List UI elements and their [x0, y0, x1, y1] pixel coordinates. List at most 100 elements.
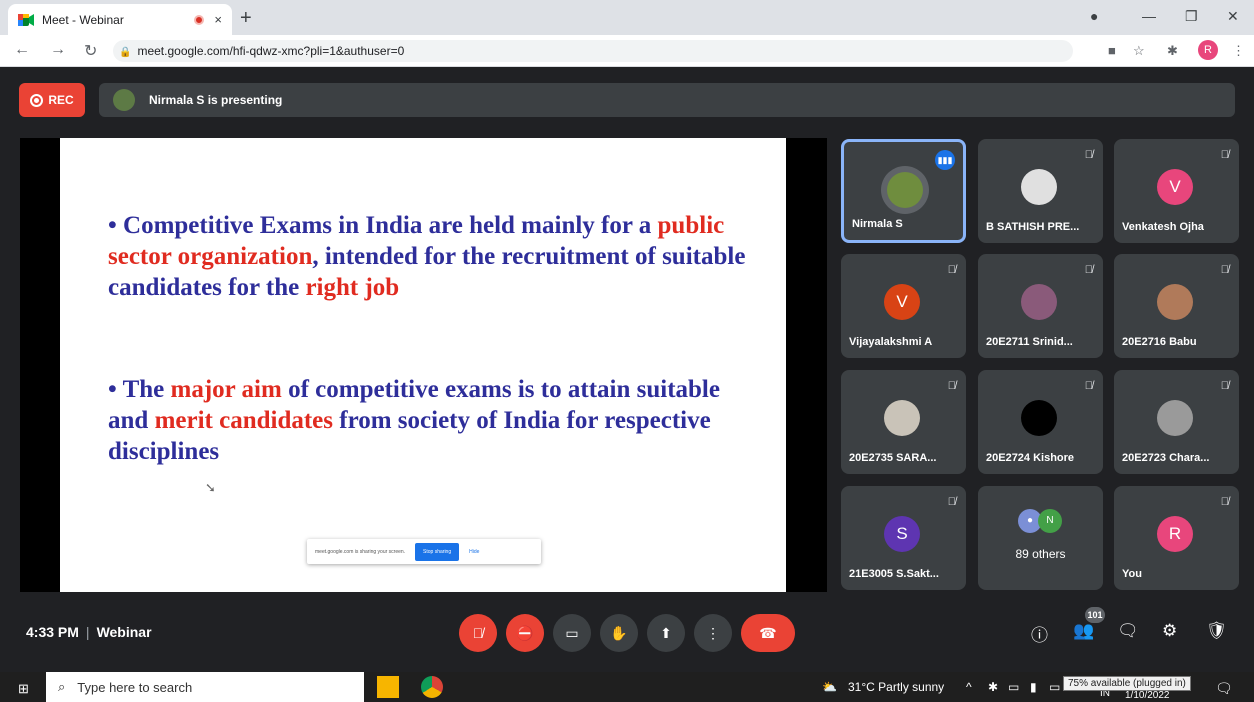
menu-kebab-icon[interactable]: ⋮ — [1232, 43, 1245, 59]
meet-favicon — [18, 13, 34, 26]
mic-muted-icon: 🎙̸ — [1084, 149, 1093, 161]
meet-window: REC Nirmala S is presenting • Competitiv… — [0, 68, 1254, 657]
slide: • Competitive Exams in India are held ma… — [60, 138, 786, 592]
battery-icon[interactable]: ▭ — [1049, 680, 1060, 694]
participant-avatar: V — [884, 284, 920, 320]
tab-title: Meet - Webinar — [42, 12, 124, 27]
participant-tile[interactable]: 🎙̸ 20E2735 SARA... — [841, 370, 966, 474]
windows-start-icon[interactable]: ⊞ — [18, 681, 29, 697]
restore-button[interactable]: ❐ — [1185, 8, 1198, 25]
participant-photo — [887, 172, 923, 208]
network-icon[interactable]: ▭ — [1008, 680, 1019, 694]
participant-tile[interactable]: 🎙̸ 20E2716 Babu — [1114, 254, 1239, 358]
leave-call-button[interactable]: ☎ — [741, 614, 795, 652]
more-options-button[interactable]: ⋮ — [694, 614, 732, 652]
search-placeholder: Type here to search — [77, 679, 193, 695]
presenter-avatar — [113, 89, 135, 111]
present-button[interactable]: ⬆ — [647, 614, 685, 652]
recording-button[interactable]: REC — [19, 83, 85, 117]
activities-icon[interactable]: ⚙ — [1162, 621, 1177, 641]
forward-icon[interactable]: → — [50, 41, 66, 59]
bluetooth-icon[interactable]: ✱ — [988, 680, 998, 694]
lock-icon: 🔒 — [119, 47, 132, 58]
participant-tile[interactable]: ▮▮▮ Nirmala S — [841, 139, 966, 243]
notifications-icon[interactable]: 🗨 — [1215, 680, 1233, 697]
participant-tile[interactable]: 🎙̸ V Vijayalakshmi A — [841, 254, 966, 358]
meeting-details-icon[interactable]: ⓘ — [1031, 621, 1048, 646]
weather-icon: ⛅ — [822, 680, 837, 694]
hide-button[interactable]: Hide — [469, 549, 479, 555]
participant-tile[interactable]: 🎙̸ 20E2711 Srinid... — [978, 254, 1103, 358]
participant-photo — [884, 400, 920, 436]
participant-photo — [1157, 284, 1193, 320]
people-icon[interactable]: 👥 — [1073, 621, 1094, 641]
screen-share-notice: meet.google.com is sharing your screen. … — [307, 539, 541, 564]
minimize-button[interactable]: — — [1142, 8, 1156, 24]
url-bar[interactable]: 🔒 meet.google.com/hfi-qdwz-xmc?pli=1&auth… — [113, 40, 1073, 62]
taskbar-date: 1/10/2022 — [1125, 690, 1170, 701]
file-explorer-icon[interactable] — [377, 676, 399, 698]
search-icon: ⌕ — [58, 679, 66, 694]
mic-muted-icon: 🎙̸ — [947, 496, 956, 508]
bullet2-text-a: The — [122, 376, 171, 403]
participant-tile[interactable]: 🎙̸ B SATHISH PRE... — [978, 139, 1103, 243]
participant-photo — [1021, 400, 1057, 436]
extensions-icon[interactable]: ✱ — [1167, 43, 1178, 59]
participant-name: Venkatesh Ojha — [1122, 221, 1204, 233]
participant-name: 20E2716 Babu — [1122, 336, 1197, 348]
profile-avatar[interactable]: R — [1198, 40, 1218, 60]
participant-name: 20E2723 Chara... — [1122, 452, 1210, 464]
separator: | — [85, 624, 90, 640]
camera-off-button[interactable]: ⛔ — [506, 614, 544, 652]
participant-photo — [1157, 400, 1193, 436]
bullet1-text-a: Competitive Exams in India are held main… — [123, 212, 658, 239]
participant-name: 21E3005 S.Sakt... — [849, 568, 939, 580]
participant-name: Nirmala S — [852, 218, 903, 230]
tray-chevron-icon[interactable]: ^ — [966, 680, 972, 694]
meeting-controls-bar: 4:33 PM | Webinar 🎙̸ ⛔ ▭ ✋ ⬆ ⋮ ☎ ⓘ 👥 101 🗨… — [0, 607, 1254, 657]
people-count-badge: 101 — [1085, 607, 1105, 623]
camera-icon[interactable]: ■ — [1108, 43, 1116, 58]
participant-name: B SATHISH PRE... — [986, 221, 1080, 233]
participant-avatar: V — [1157, 169, 1193, 205]
weather-text[interactable]: 31°C Partly sunny — [848, 680, 944, 694]
browser-tab[interactable]: Meet - Webinar × — [8, 4, 232, 35]
taskbar-search[interactable]: ⌕ Type here to search — [46, 672, 364, 702]
close-window-button[interactable]: ✕ — [1227, 8, 1239, 25]
bookmark-star-icon[interactable]: ☆ — [1133, 43, 1145, 59]
participant-tile[interactable]: 🎙̸ 20E2724 Kishore — [978, 370, 1103, 474]
others-avatars: ● N — [1018, 509, 1062, 533]
bullet1-highlight-b: right job — [305, 274, 400, 301]
chrome-icon[interactable] — [421, 676, 443, 698]
meeting-name: Webinar — [96, 624, 152, 640]
slide-bullet-2: • The major aim of competitive exams is … — [108, 376, 720, 465]
participant-tile[interactable]: 🎙̸ S 21E3005 S.Sakt... — [841, 486, 966, 590]
participant-avatar: N — [1038, 509, 1062, 533]
others-count: 89 others — [1015, 547, 1066, 561]
rec-label: REC — [48, 93, 74, 107]
volume-icon[interactable]: ▮ — [1030, 680, 1037, 694]
profile-dot-icon[interactable]: ● — [1090, 8, 1098, 24]
self-tile[interactable]: 🎙̸ R You — [1114, 486, 1239, 590]
mic-muted-icon: 🎙̸ — [1220, 496, 1229, 508]
back-icon[interactable]: ← — [14, 41, 30, 59]
new-tab-button[interactable]: + — [240, 7, 252, 30]
participant-avatar: S — [884, 516, 920, 552]
participant-tile[interactable]: 🎙̸ V Venkatesh Ojha — [1114, 139, 1239, 243]
participant-tile[interactable]: 🎙̸ 20E2723 Chara... — [1114, 370, 1239, 474]
recording-indicator-icon — [194, 14, 205, 25]
raise-hand-button[interactable]: ✋ — [600, 614, 638, 652]
captions-button[interactable]: ▭ — [553, 614, 591, 652]
participant-photo — [1021, 284, 1057, 320]
participant-name: 20E2724 Kishore — [986, 452, 1075, 464]
mic-muted-icon: 🎙̸ — [1084, 380, 1093, 392]
others-tile[interactable]: ● N 89 others — [978, 486, 1103, 590]
close-tab-icon[interactable]: × — [214, 12, 222, 27]
microphone-off-button[interactable]: 🎙̸ — [459, 614, 497, 652]
stop-sharing-button[interactable]: Stop sharing — [415, 542, 460, 561]
reload-icon[interactable]: ↻ — [84, 41, 97, 61]
mic-muted-icon: 🎙̸ — [947, 380, 956, 392]
slide-bullet-1: • Competitive Exams in India are held ma… — [108, 212, 746, 301]
host-controls-icon[interactable]: 🛡 — [1206, 621, 1228, 641]
chat-icon[interactable]: 🗨 — [1117, 621, 1139, 641]
